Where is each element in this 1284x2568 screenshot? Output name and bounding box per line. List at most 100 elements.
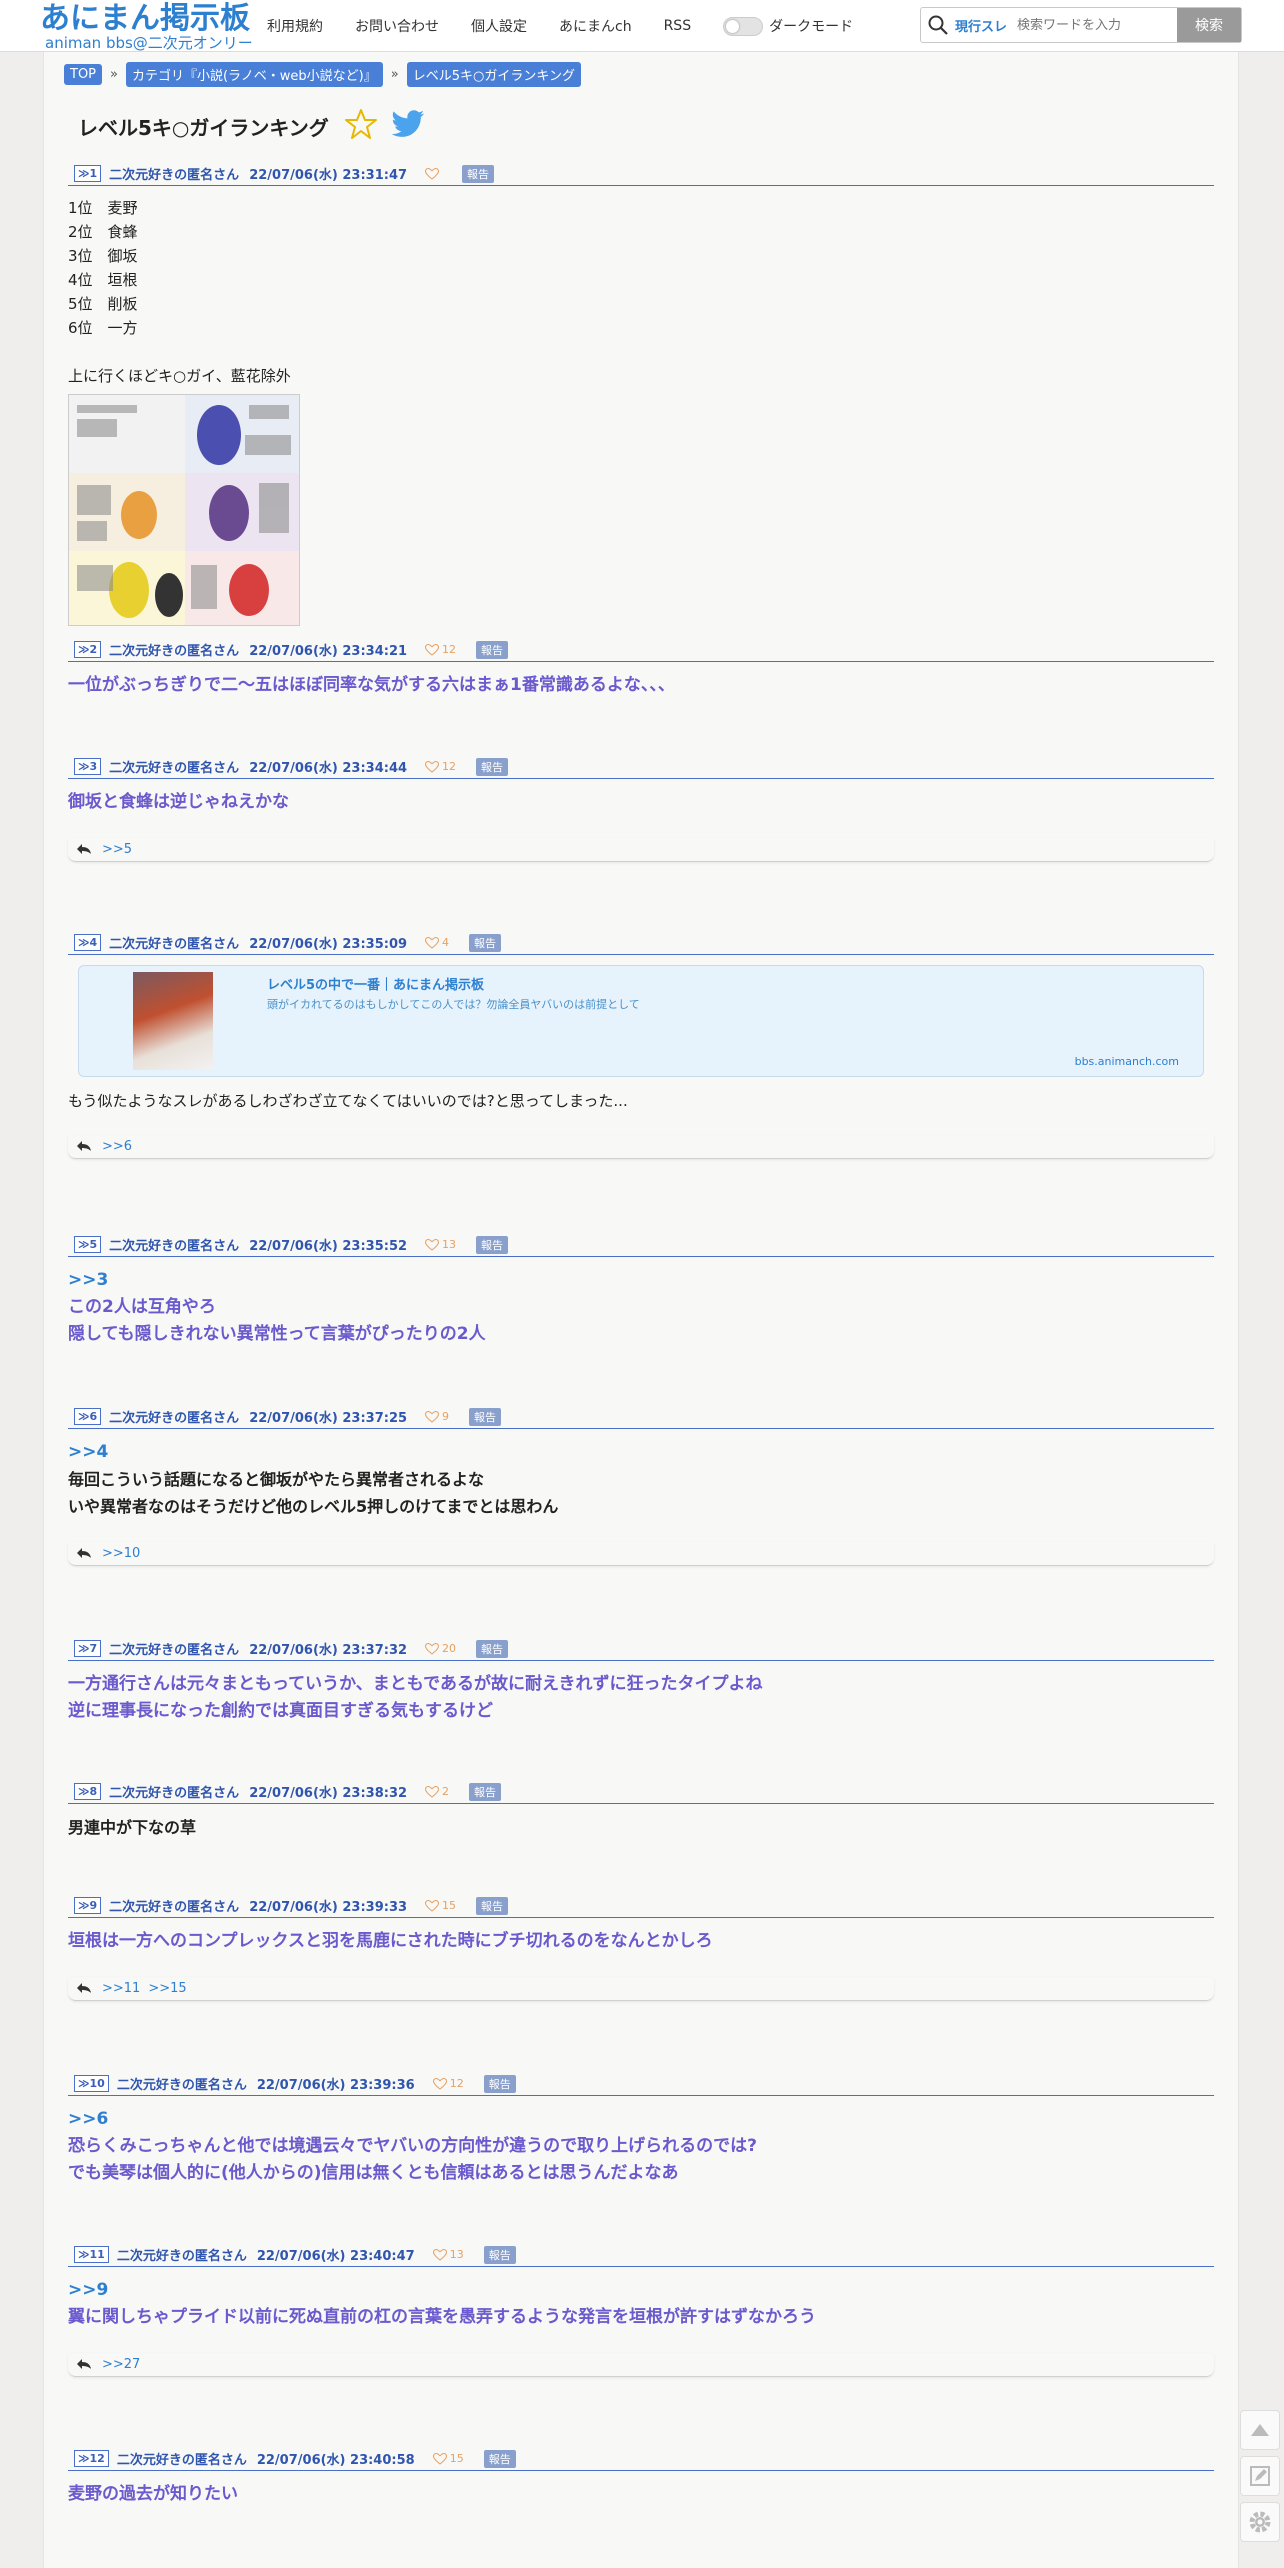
like-count: 15 (442, 1899, 457, 1912)
favorite-star-icon[interactable] (344, 108, 377, 144)
reply-bar: >>11 >>15 (68, 1977, 1214, 2001)
post-number[interactable]: ≫4 (74, 934, 102, 951)
like-button[interactable]: 12 (425, 643, 456, 656)
post-date: 22/07/06(水) 23:37:32 (249, 1643, 408, 1658)
report-button[interactable]: 報告 (469, 933, 502, 952)
post-body: 一位がぶっちぎりで二〜五はほぼ同率な気がする六はまぁ1番常識あるよな、、、 (68, 675, 675, 695)
report-button[interactable]: 報告 (476, 757, 509, 776)
nav-terms[interactable]: 利用規約 (267, 16, 323, 36)
heart-icon (425, 1899, 440, 1912)
heart-icon (425, 936, 440, 949)
like-button[interactable]: 13 (425, 1238, 456, 1251)
like-button[interactable]: 15 (432, 2452, 464, 2465)
report-button[interactable]: 報告 (476, 1896, 509, 1915)
post-anchor-link[interactable]: >>6 (68, 2106, 1214, 2133)
link-preview-description: 頭がイカれてるのはもしかしてこの人では？勿論全員ヤバいのは前提として (267, 998, 640, 1011)
breadcrumb-separator: » (390, 67, 399, 82)
nav-rss[interactable]: RSS (664, 18, 692, 34)
like-button[interactable]: 13 (432, 2248, 464, 2261)
search-scope[interactable]: 現行スレ (955, 16, 1007, 35)
post-date: 22/07/06(水) 23:35:09 (249, 937, 408, 952)
site-logo[interactable]: あにまん掲示板 animan bbs@二次元オンリー (40, 2, 253, 51)
breadcrumb-thread[interactable]: レベル5キ○ガイランキング (406, 62, 581, 87)
like-button[interactable]: 9 (425, 1410, 449, 1423)
post-number[interactable]: ≫11 (74, 2246, 109, 2263)
nav-animanch[interactable]: あにまんch (559, 16, 632, 36)
like-button[interactable] (425, 167, 442, 180)
post-author: 二次元好きの匿名さん (109, 1900, 240, 1915)
post-header: ≫1 二次元好きの匿名さん 22/07/06(水) 23:31:47 報告 (68, 162, 1214, 186)
post-image[interactable] (68, 394, 300, 626)
reply-link[interactable]: >>27 (102, 2357, 140, 2372)
settings-button[interactable] (1240, 2502, 1280, 2542)
post-anchor-link[interactable]: >>3 (68, 1267, 1214, 1294)
post-number[interactable]: ≫3 (74, 758, 102, 775)
reply-link[interactable]: >>10 (102, 1546, 140, 1561)
dark-mode-switch[interactable] (723, 16, 764, 36)
like-button[interactable]: 2 (425, 1785, 449, 1798)
post-number[interactable]: ≫2 (74, 641, 102, 658)
like-button[interactable]: 4 (425, 936, 449, 949)
post-line: 3位 御坂 (68, 247, 138, 265)
post-anchor-link[interactable]: >>9 (68, 2277, 1214, 2304)
nav-settings[interactable]: 個人設定 (471, 16, 527, 36)
like-count: 9 (442, 1410, 450, 1423)
reply-arrow-icon (76, 2355, 92, 2374)
post-line: 1位 麦野 (68, 199, 138, 217)
report-button[interactable]: 報告 (476, 1235, 509, 1254)
post-number[interactable]: ≫6 (74, 1408, 102, 1425)
like-button[interactable]: 12 (432, 2077, 464, 2090)
thread-title-row: レベル5キ○ガイランキング (78, 108, 425, 144)
post-author: 二次元好きの匿名さん (109, 1643, 240, 1658)
post-header: ≫6 二次元好きの匿名さん 22/07/06(水) 23:37:25 9 報告 (68, 1405, 1214, 1429)
report-button[interactable]: 報告 (469, 1782, 502, 1801)
report-button[interactable]: 報告 (462, 164, 495, 183)
report-button[interactable]: 報告 (483, 2245, 516, 2264)
report-button[interactable]: 報告 (483, 2449, 516, 2468)
post-anchor-link[interactable]: >>4 (68, 1439, 1214, 1466)
post-number[interactable]: ≫5 (74, 1236, 102, 1253)
like-button[interactable]: 15 (425, 1899, 456, 1912)
reply-bar: >>27 (68, 2353, 1214, 2377)
like-button[interactable]: 20 (425, 1642, 456, 1655)
breadcrumb-category[interactable]: カテゴリ『小説(ラノベ・web小説など)』 (125, 62, 383, 87)
thread-main: TOP » カテゴリ『小説(ラノベ・web小説など)』 » レベル5キ○ガイラン… (43, 52, 1239, 2568)
scroll-top-button[interactable] (1240, 2410, 1280, 2450)
reply-link[interactable]: >>15 (148, 1981, 186, 1996)
like-count: 4 (442, 936, 450, 949)
report-button[interactable]: 報告 (476, 640, 509, 659)
post-line: 6位 一方 (68, 319, 138, 337)
write-post-button[interactable] (1240, 2456, 1280, 2496)
report-button[interactable]: 報告 (469, 1407, 502, 1426)
post-number[interactable]: ≫8 (74, 1783, 102, 1800)
post-number[interactable]: ≫1 (74, 165, 102, 182)
reply-link[interactable]: >>6 (102, 1139, 132, 1154)
post-number[interactable]: ≫12 (74, 2450, 109, 2467)
post-number[interactable]: ≫9 (74, 1897, 102, 1914)
post-number[interactable]: ≫7 (74, 1640, 102, 1657)
pencil-icon (1250, 2466, 1270, 2486)
link-preview-card[interactable]: レベル5の中で一番｜あにまん掲示板 頭がイカれてるのはもしかしてこの人では？勿論… (78, 965, 1204, 1077)
report-button[interactable]: 報告 (483, 2074, 516, 2093)
nav-contact[interactable]: お問い合わせ (355, 16, 439, 36)
dark-mode-toggle[interactable]: ダークモード (723, 16, 853, 36)
link-preview-title[interactable]: レベル5の中で一番｜あにまん掲示板 (267, 974, 484, 993)
breadcrumb: TOP » カテゴリ『小説(ラノベ・web小説など)』 » レベル5キ○ガイラン… (64, 62, 581, 87)
search-button[interactable]: 検索 (1177, 8, 1241, 42)
twitter-icon[interactable] (391, 110, 425, 142)
search-input[interactable] (1017, 17, 1168, 33)
post-date: 22/07/06(水) 23:34:44 (249, 761, 408, 776)
like-button[interactable]: 12 (425, 760, 456, 773)
breadcrumb-top[interactable]: TOP (64, 64, 103, 85)
link-preview-domain: bbs.animanch.com (1074, 1055, 1179, 1068)
post-number[interactable]: ≫10 (74, 2075, 109, 2092)
heart-icon (425, 643, 440, 656)
reply-link[interactable]: >>5 (102, 842, 132, 857)
reply-link[interactable]: >>11 (102, 1981, 140, 1996)
post-author: 二次元好きの匿名さん (116, 2453, 247, 2468)
post-header: ≫3 二次元好きの匿名さん 22/07/06(水) 23:34:44 12 報告 (68, 755, 1214, 779)
logo-title[interactable]: あにまん掲示板 (40, 2, 253, 36)
post-header: ≫12 二次元好きの匿名さん 22/07/06(水) 23:40:58 15 報… (68, 2447, 1214, 2471)
post-header: ≫9 二次元好きの匿名さん 22/07/06(水) 23:39:33 15 報告 (68, 1894, 1214, 1918)
report-button[interactable]: 報告 (476, 1639, 509, 1658)
